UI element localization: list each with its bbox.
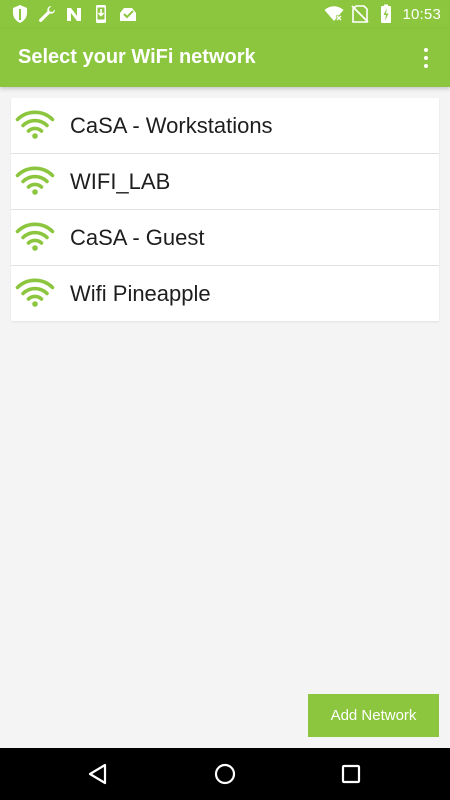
- network-item-wifi-lab[interactable]: WIFI_LAB: [11, 154, 439, 210]
- battery-charging-icon: [381, 4, 392, 23]
- recents-icon[interactable]: [338, 761, 364, 787]
- wifi-icon: [15, 110, 55, 139]
- wrench-icon: [39, 5, 56, 22]
- phone-download-icon: [96, 5, 106, 23]
- status-clock: 10:53: [402, 5, 441, 23]
- network-name: WIFI_LAB: [70, 169, 171, 194]
- wifi-x-icon: [324, 6, 344, 22]
- network-name: Wifi Pineapple: [70, 281, 211, 306]
- home-icon[interactable]: [212, 761, 238, 787]
- no-sim-icon: [351, 5, 370, 23]
- inbox-check-icon: [120, 8, 136, 21]
- notification-icons: [10, 4, 138, 24]
- network-item-wifi-pineapple[interactable]: Wifi Pineapple: [11, 266, 439, 321]
- wifi-icon: [15, 222, 55, 251]
- wifi-icon: [15, 278, 55, 307]
- wifi-icon: [15, 166, 55, 195]
- back-icon[interactable]: [85, 761, 111, 787]
- network-item-casa-workstations[interactable]: CaSA - Workstations: [11, 98, 439, 154]
- network-list: CaSA - Workstations WIFI_LAB CaSA - Gues…: [11, 98, 439, 321]
- network-name: CaSA - Workstations: [70, 113, 273, 138]
- page-title: Select your WiFi network: [18, 46, 256, 68]
- system-status: 10:53: [324, 4, 441, 24]
- app-bar: Select your WiFi network: [0, 29, 450, 87]
- status-bar: 10:53: [0, 0, 450, 29]
- network-name: CaSA - Guest: [70, 225, 205, 250]
- n-notification-icon: [67, 8, 81, 21]
- navigation-bar: [0, 748, 450, 800]
- overflow-menu-icon[interactable]: [414, 45, 438, 71]
- add-network-button[interactable]: Add Network: [308, 694, 439, 737]
- shield-icon: [13, 5, 27, 23]
- network-item-casa-guest[interactable]: CaSA - Guest: [11, 210, 439, 266]
